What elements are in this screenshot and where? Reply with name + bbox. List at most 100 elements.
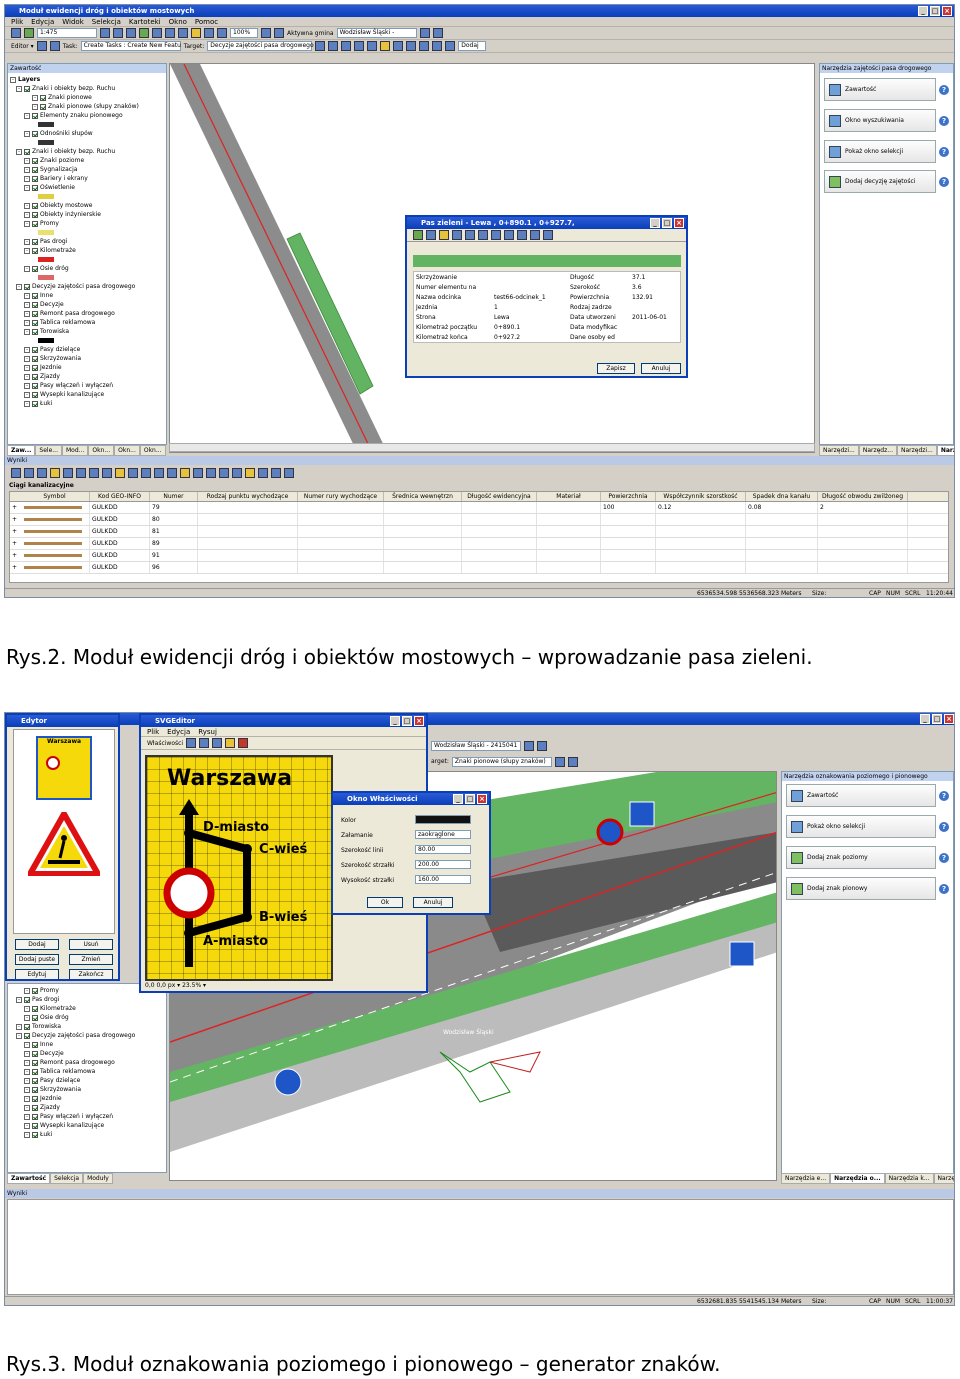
- layer-checkbox[interactable]: [32, 400, 38, 407]
- field-value[interactable]: 3.6: [632, 284, 642, 291]
- expand-row-icon[interactable]: +: [12, 504, 17, 511]
- redo-icon[interactable]: [406, 41, 417, 51]
- pedestrian-warning-sign-thumbnail[interactable]: [28, 812, 100, 876]
- zoom-select[interactable]: 100%: [230, 28, 258, 38]
- tab-narzedzia-1[interactable]: Narzędzia e...: [781, 1173, 831, 1184]
- expand-toggle[interactable]: -: [24, 157, 30, 164]
- layer-checkbox[interactable]: [32, 238, 38, 245]
- field-value[interactable]: 0+927.2: [494, 334, 520, 341]
- toc-layer-item[interactable]: - Oświetlenie: [10, 183, 164, 192]
- expand-toggle[interactable]: -: [24, 346, 30, 353]
- zawartosc-button[interactable]: Zawartość: [824, 78, 936, 101]
- edit-tool-icon[interactable]: [36, 41, 47, 51]
- confirm-icon[interactable]: [413, 230, 423, 240]
- expand-toggle[interactable]: -: [24, 130, 30, 137]
- tab-narzedzia-4[interactable]: Narzędzi...: [936, 445, 954, 456]
- layer-checkbox[interactable]: [32, 1068, 38, 1075]
- grid-icon[interactable]: [504, 230, 514, 240]
- measure-icon[interactable]: [178, 28, 188, 38]
- ok-button[interactable]: Ok: [367, 897, 403, 908]
- search-icon[interactable]: [419, 28, 430, 38]
- layer-checkbox[interactable]: [32, 220, 38, 227]
- svg-maximize-button[interactable]: □: [402, 716, 412, 726]
- map-horizontal-scrollbar[interactable]: [169, 443, 815, 452]
- layer-checkbox[interactable]: [24, 996, 30, 1003]
- maximize-button[interactable]: □: [930, 6, 940, 16]
- close-button[interactable]: ×: [944, 714, 954, 724]
- svg-close-button[interactable]: ×: [414, 716, 424, 726]
- table-row[interactable]: + GULKDD 91: [10, 550, 948, 562]
- print-icon[interactable]: [432, 41, 443, 51]
- zakoncz-button[interactable]: Zakończ: [69, 969, 113, 979]
- toc-layer-item[interactable]: - Wysepki kanalizujące: [10, 390, 164, 399]
- select-icon[interactable]: [165, 28, 175, 38]
- toc-layer-item[interactable]: - Osie dróg: [10, 264, 164, 273]
- pan-icon[interactable]: [126, 28, 136, 38]
- dodaj-select[interactable]: Dodaj: [458, 41, 487, 51]
- layer-checkbox[interactable]: [32, 391, 38, 398]
- column-header[interactable]: Współczynnik szorstkość: [656, 492, 746, 501]
- toc-layer-item[interactable]: - Skrzyżowania: [10, 1085, 164, 1094]
- active-gmina-select[interactable]: Wodzisław Śląski -: [336, 28, 417, 38]
- expand-toggle[interactable]: -: [24, 1041, 30, 1048]
- expand-toggle[interactable]: -: [24, 987, 30, 994]
- zoom-in-icon[interactable]: [11, 467, 21, 478]
- help-icon[interactable]: ?: [939, 884, 949, 894]
- help-icon[interactable]: ?: [939, 822, 949, 832]
- toc-layer-item[interactable]: - Tablica reklamowa: [10, 1067, 164, 1076]
- svg-menu-rysuj[interactable]: Rysuj: [198, 727, 217, 736]
- menu-selekcja[interactable]: Selekcja: [92, 17, 121, 26]
- close-button[interactable]: ×: [942, 6, 952, 16]
- expand-toggle[interactable]: -: [24, 301, 30, 308]
- expand-toggle[interactable]: -: [16, 996, 22, 1003]
- table-icon[interactable]: [367, 41, 378, 51]
- toc-layer-item[interactable]: - Decyzje zajętości pasa drogowego: [10, 282, 164, 291]
- expand-toggle[interactable]: -: [24, 310, 30, 317]
- column-header[interactable]: Numer rury wychodzące: [298, 492, 384, 501]
- expand-toggle[interactable]: -: [24, 1122, 30, 1129]
- layer-checkbox[interactable]: [32, 265, 38, 272]
- svg-menu-edycja[interactable]: Edycja: [167, 727, 190, 736]
- layer-checkbox[interactable]: [32, 373, 38, 380]
- paste-icon[interactable]: [530, 230, 540, 240]
- layer-checkbox[interactable]: [24, 148, 30, 155]
- layer-checkbox[interactable]: [32, 1113, 38, 1120]
- toc-root[interactable]: - Layers: [10, 75, 164, 84]
- layer-checkbox[interactable]: [32, 1122, 38, 1129]
- layer-checkbox[interactable]: [32, 1095, 38, 1102]
- expand-toggle[interactable]: -: [24, 364, 30, 371]
- layer-checkbox[interactable]: [32, 1086, 38, 1093]
- rotate-icon[interactable]: [354, 41, 365, 51]
- layer-checkbox[interactable]: [32, 202, 38, 209]
- layer-checkbox[interactable]: [32, 184, 38, 191]
- attributes-icon[interactable]: [315, 41, 326, 51]
- layout-icon[interactable]: [274, 28, 284, 38]
- expand-toggle[interactable]: -: [24, 1059, 30, 1066]
- full-extent-icon[interactable]: [139, 28, 149, 38]
- column-header[interactable]: Materiał: [537, 492, 601, 501]
- circle-yellow-icon[interactable]: [225, 738, 236, 748]
- layer-checkbox[interactable]: [32, 319, 38, 326]
- column-header[interactable]: Średnica wewnętrzn: [384, 492, 462, 501]
- help-icon[interactable]: ?: [939, 116, 949, 126]
- print-icon[interactable]: [89, 467, 99, 478]
- add-vertical-sign-button[interactable]: Dodaj znak pionowy: [786, 877, 936, 900]
- expand-row-icon[interactable]: +: [12, 540, 17, 547]
- column-header[interactable]: Długość ewidencyjna: [462, 492, 537, 501]
- grid-icon[interactable]: [154, 467, 164, 478]
- sort-icon[interactable]: [271, 467, 281, 478]
- cancel-button[interactable]: Anuluj: [413, 897, 453, 908]
- table-icon[interactable]: [478, 230, 488, 240]
- toc-layer-item[interactable]: - Skrzyżowania: [10, 354, 164, 363]
- plus-icon[interactable]: [24, 28, 34, 38]
- toc-layer-item[interactable]: - Remont pasa drogowego: [10, 1058, 164, 1067]
- expand-toggle[interactable]: -: [24, 319, 30, 326]
- toc-layer-item[interactable]: - Osie dróg: [10, 1013, 164, 1022]
- tab-okno-1[interactable]: Okn...: [88, 445, 115, 456]
- toc-layer-item[interactable]: - Pas drogi: [10, 995, 164, 1004]
- layer-checkbox[interactable]: [24, 283, 30, 290]
- filter-icon[interactable]: [115, 467, 125, 478]
- menu-edycja[interactable]: Edycja: [31, 17, 54, 26]
- show-selection-button[interactable]: Pokaż okno selekcji: [786, 815, 936, 838]
- toc-layer-item[interactable]: - Łuki: [10, 1130, 164, 1139]
